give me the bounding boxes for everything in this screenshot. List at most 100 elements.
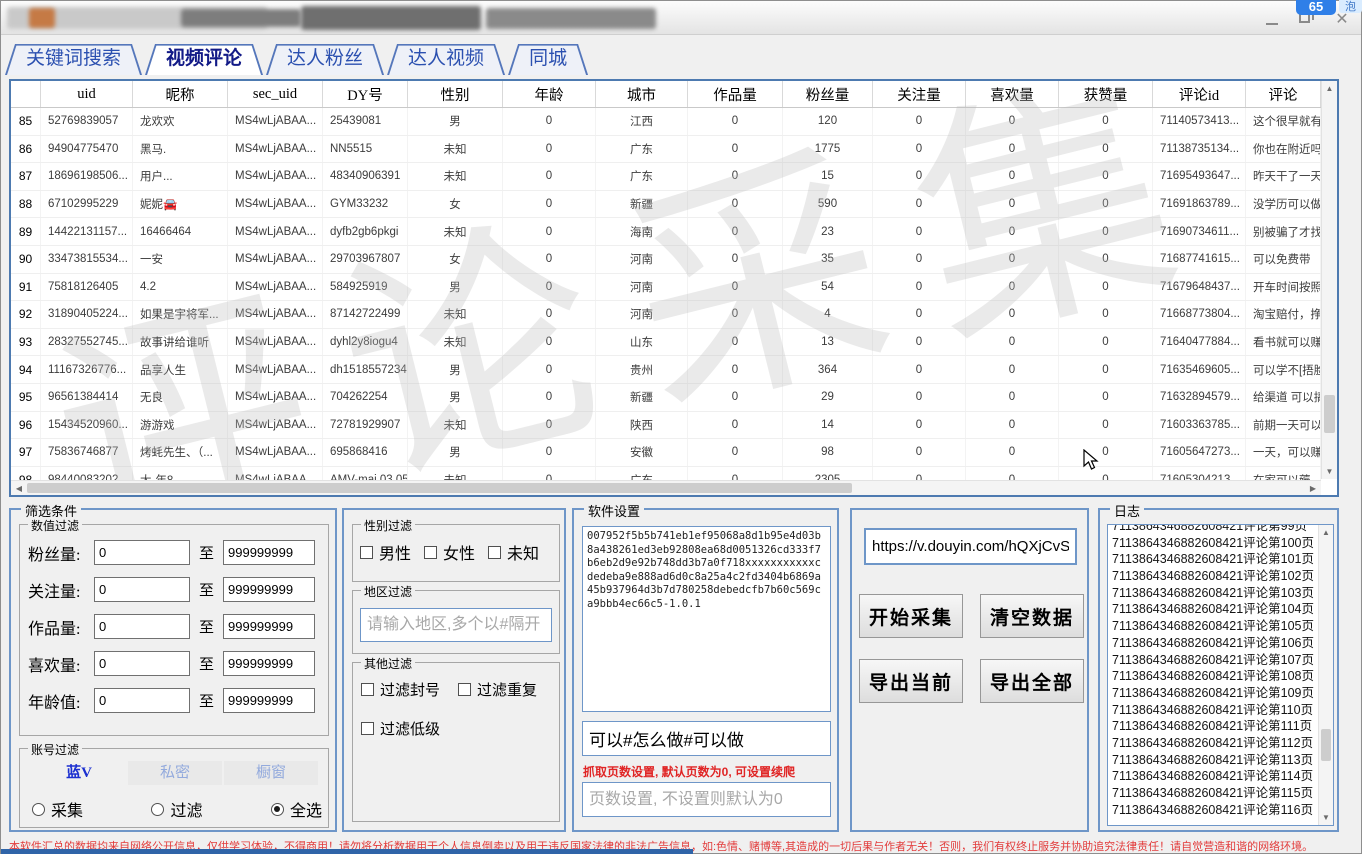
to-label: 至 bbox=[199, 542, 214, 563]
table-row[interactable]: 9411167326776...品享人生MS4wLjABAA...dh15185… bbox=[11, 356, 1321, 384]
table-row[interactable]: 8718696198506...用户...MS4wLjABAA...483409… bbox=[11, 163, 1321, 191]
region-input[interactable] bbox=[360, 608, 552, 642]
scroll-thumb[interactable] bbox=[1324, 395, 1335, 433]
log-line: 7113864346882608421评论第114页 bbox=[1112, 768, 1333, 785]
numeric-filter-rows: 粉丝量:至关注量:至作品量:至喜欢量:至年龄值:至 bbox=[20, 525, 328, 719]
table-cell: 590 bbox=[783, 191, 873, 218]
table-cell: AMV-mai 03 05 bbox=[323, 467, 408, 481]
table-row[interactable]: 9231890405224...如果是宇将军...MS4wLjABAA...87… bbox=[11, 301, 1321, 329]
minimize-button[interactable] bbox=[1259, 11, 1285, 29]
table-cell: 0 bbox=[966, 301, 1059, 328]
table-row[interactable]: 91758181264054.2MS4wLjABAA...584925919男0… bbox=[11, 274, 1321, 302]
table-cell: 昨天干了一天 .. bbox=[1246, 163, 1321, 190]
row-number: 95 bbox=[11, 384, 41, 411]
log-line: 7113864346882608421评论第110页 bbox=[1112, 702, 1333, 719]
radio-icon bbox=[151, 803, 164, 816]
export-current-button[interactable]: 导出当前 bbox=[859, 659, 963, 703]
table-cell: 山东 bbox=[596, 329, 688, 356]
table-row[interactable]: 9615434520960...游游戏MS4wLjABAA...72781929… bbox=[11, 412, 1321, 440]
table-row[interactable]: 8694904775470黑马.MS4wLjABAA...NN5515未知0广东… bbox=[11, 136, 1321, 164]
table-row[interactable]: 9328327552745...故事讲给谁听MS4wLjABAA...dyhl2… bbox=[11, 329, 1321, 357]
table-row[interactable]: 8914422131157...16466464MS4wLjABAA...dyf… bbox=[11, 218, 1321, 246]
tab-video-comments[interactable]: 视频评论 bbox=[145, 44, 263, 75]
age-max-input[interactable] bbox=[223, 688, 315, 713]
radio-collect[interactable]: 采集 bbox=[32, 797, 83, 821]
topic-input[interactable] bbox=[582, 721, 831, 756]
fans-max-input[interactable] bbox=[223, 540, 315, 565]
table-cell: 29703967807 bbox=[323, 246, 408, 273]
checkbox-female[interactable]: 女性 bbox=[424, 540, 475, 564]
table-horizontal-scrollbar[interactable]: ◀ ▶ bbox=[11, 480, 1321, 495]
app-window: ✕ 65 泡 关键词搜索视频评论达人粉丝达人视频同城 uid昵称sec_uidD… bbox=[0, 0, 1362, 854]
video-url-input[interactable] bbox=[864, 528, 1077, 565]
checkbox-male[interactable]: 男性 bbox=[360, 540, 411, 564]
pages-input[interactable] bbox=[582, 782, 831, 817]
fans-min-input[interactable] bbox=[94, 540, 190, 565]
table-row[interactable]: 9033473815534...一安MS4wLjABAA...297039678… bbox=[11, 246, 1321, 274]
scroll-up-arrow[interactable]: ▲ bbox=[1322, 84, 1337, 93]
export-all-button[interactable]: 导出全部 bbox=[980, 659, 1084, 703]
tab-keyword-search[interactable]: 关键词搜索 bbox=[5, 44, 142, 75]
table-cell: 0 bbox=[688, 467, 783, 481]
table-cell: 0 bbox=[688, 329, 783, 356]
table-row[interactable]: 9775836746877烤蚝先生、（...MS4wLjABAA...69586… bbox=[11, 439, 1321, 467]
start-collect-button[interactable]: 开始采集 bbox=[859, 594, 963, 638]
checkbox-duplicate[interactable]: 过滤重复 bbox=[458, 679, 555, 700]
likes-max-input[interactable] bbox=[223, 651, 315, 676]
table-cell: 0 bbox=[688, 301, 783, 328]
segment-private[interactable]: 私密 bbox=[128, 761, 222, 785]
table-vertical-scrollbar[interactable]: ▲ ▼ bbox=[1321, 81, 1337, 479]
age-min-input[interactable] bbox=[94, 688, 190, 713]
log-line: 7113864346882608421评论第116页 bbox=[1112, 802, 1333, 819]
column-header: 年龄 bbox=[503, 81, 596, 107]
scroll-thumb[interactable] bbox=[1321, 729, 1331, 761]
tab-influencer-fans[interactable]: 达人粉丝 bbox=[266, 44, 384, 75]
license-key-box[interactable]: 007952f5b5b741eb1ef95068a8d1b95e4d03b8a4… bbox=[582, 526, 831, 712]
log-scrollbar[interactable]: ▲ ▼ bbox=[1318, 525, 1333, 825]
scroll-down-arrow[interactable]: ▼ bbox=[1319, 813, 1333, 822]
clear-data-button[interactable]: 清空数据 bbox=[980, 594, 1084, 638]
likes-label: 喜欢量: bbox=[28, 652, 94, 676]
radio-select-all[interactable]: 全选 bbox=[271, 797, 322, 821]
segment-showcase[interactable]: 橱窗 bbox=[224, 761, 318, 785]
scroll-down-arrow[interactable]: ▼ bbox=[1322, 467, 1337, 476]
log-line: 7113864346882608421评论第115页 bbox=[1112, 785, 1333, 802]
table-row[interactable]: 9596561384414无良MS4wLjABAA...704262254男0新… bbox=[11, 384, 1321, 412]
table-cell: 0 bbox=[503, 274, 596, 301]
table-row[interactable]: 9898440083202大-年8MS4wLjABAAAMV-mai 03 05… bbox=[11, 467, 1321, 481]
table-cell: 0 bbox=[1059, 412, 1153, 439]
table-cell: MS4wLjABAA... bbox=[228, 274, 323, 301]
table-cell: 一天，可以赚2.. bbox=[1246, 439, 1321, 466]
scroll-thumb[interactable] bbox=[27, 483, 852, 493]
follow-min-input[interactable] bbox=[94, 577, 190, 602]
table-row[interactable]: 8552769839057龙欢欢MS4wLjABAA...25439081男0江… bbox=[11, 108, 1321, 136]
checkbox-lowlevel[interactable]: 过滤低级 bbox=[361, 718, 559, 739]
log-list[interactable]: 7113864346882608421评论第99页711386434688260… bbox=[1107, 524, 1334, 826]
likes-min-input[interactable] bbox=[94, 651, 190, 676]
checkbox-unknown[interactable]: 未知 bbox=[488, 540, 539, 564]
table-cell: MS4wLjABAA... bbox=[228, 329, 323, 356]
checkbox-label: 女性 bbox=[443, 540, 475, 564]
tab-influencer-videos[interactable]: 达人视频 bbox=[387, 44, 505, 75]
segment-blue-v[interactable]: 蓝V bbox=[32, 761, 126, 785]
checkbox-icon bbox=[361, 722, 374, 735]
follow-max-input[interactable] bbox=[223, 577, 315, 602]
works-min-input[interactable] bbox=[94, 614, 190, 639]
scroll-right-arrow[interactable]: ▶ bbox=[1307, 484, 1319, 493]
table-cell: 4.2 bbox=[133, 274, 228, 301]
table-row[interactable]: 8867102995229妮妮🚘MS4wLjABAA...GYM33232女0新… bbox=[11, 191, 1321, 219]
table-cell: 0 bbox=[688, 163, 783, 190]
checkbox-banned[interactable]: 过滤封号 bbox=[361, 679, 458, 700]
row-number: 88 bbox=[11, 191, 41, 218]
checkbox-icon bbox=[424, 546, 437, 559]
scroll-left-arrow[interactable]: ◀ bbox=[13, 484, 25, 493]
table-cell: 15434520960... bbox=[41, 412, 133, 439]
mouse-cursor bbox=[1083, 449, 1103, 471]
log-line: 7113864346882608421评论第111页 bbox=[1112, 718, 1333, 735]
table-cell: 0 bbox=[688, 356, 783, 383]
tab-same-city[interactable]: 同城 bbox=[508, 44, 588, 75]
works-max-input[interactable] bbox=[223, 614, 315, 639]
radio-filter[interactable]: 过滤 bbox=[151, 797, 202, 821]
table-cell: 你也在附近吗 .. bbox=[1246, 136, 1321, 163]
scroll-up-arrow[interactable]: ▲ bbox=[1319, 528, 1333, 537]
